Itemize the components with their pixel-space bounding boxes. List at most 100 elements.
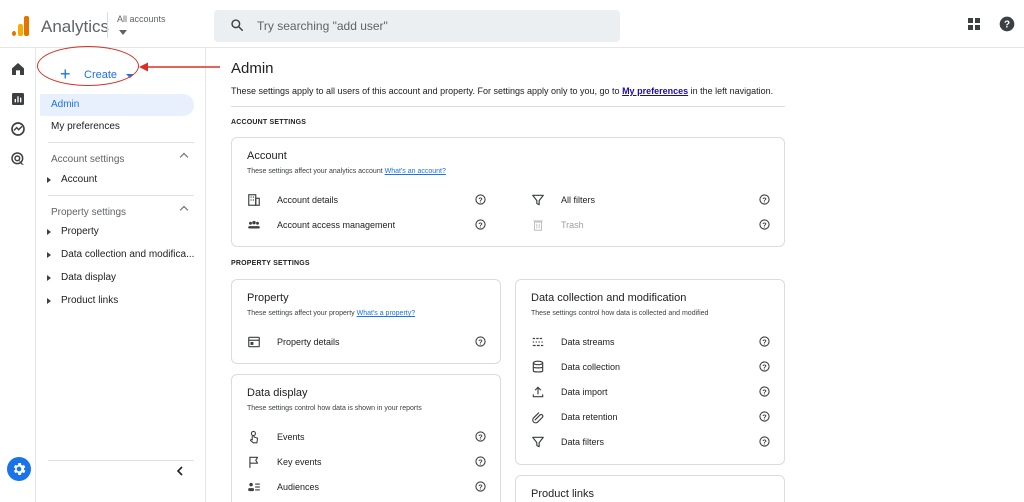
whats-an-account-link[interactable]: What's an account?	[385, 168, 446, 175]
whats-a-property-link[interactable]: What's a property?	[357, 310, 416, 317]
svg-text:?: ?	[1004, 19, 1010, 30]
expand-arrow-icon	[47, 252, 51, 258]
audience-list-icon	[248, 482, 260, 492]
search-bar[interactable]	[214, 10, 620, 42]
account-details-row[interactable]: Account details ?	[247, 192, 487, 210]
sidebar-divider	[48, 460, 194, 461]
sidebar-item-my-preferences[interactable]: My preferences	[40, 116, 194, 138]
data-filters-row[interactable]: Data filters ?	[531, 434, 771, 452]
admin-settings-button[interactable]	[7, 457, 31, 481]
card-title: Property	[247, 292, 289, 304]
admin-sidebar: + Create Admin My preferences Account se…	[36, 48, 206, 502]
help-circle-icon[interactable]: ?	[759, 219, 770, 230]
events-row[interactable]: Events ?	[247, 429, 487, 447]
svg-text:?: ?	[762, 387, 767, 396]
card-title: Data display	[247, 387, 308, 399]
expand-arrow-icon	[47, 177, 51, 183]
help-circle-icon[interactable]: ?	[475, 336, 486, 347]
account-access-row[interactable]: Account access management ?	[247, 217, 487, 235]
my-preferences-link[interactable]: My preferences	[622, 86, 688, 96]
help-icon[interactable]: ?	[999, 16, 1015, 32]
help-circle-icon[interactable]: ?	[475, 431, 486, 442]
help-circle-icon[interactable]: ?	[475, 456, 486, 467]
property-details-row[interactable]: Property details ?	[247, 334, 487, 352]
key-events-row[interactable]: Key events ?	[247, 454, 487, 472]
all-filters-row[interactable]: All filters ?	[531, 192, 771, 210]
account-selector[interactable]: All accounts	[117, 14, 166, 35]
sidebar-item-property[interactable]: Property	[47, 225, 197, 241]
svg-text:?: ?	[478, 220, 483, 229]
help-circle-icon[interactable]: ?	[759, 361, 770, 372]
gear-icon	[13, 463, 26, 475]
sidebar-item-account[interactable]: Account	[47, 173, 197, 189]
svg-text:?: ?	[762, 195, 767, 204]
group-heading: Account settings	[51, 154, 125, 165]
chevron-up-icon	[179, 152, 189, 162]
data-streams-row[interactable]: Data streams ?	[531, 334, 771, 352]
search-input[interactable]	[257, 17, 597, 35]
building-icon	[248, 194, 260, 206]
property-settings-label: PROPERTY SETTINGS	[231, 260, 310, 267]
tree-item-label: Data collection and modifica...	[61, 249, 195, 260]
home-icon[interactable]	[10, 61, 26, 77]
collapse-sidebar-icon[interactable]	[175, 466, 185, 476]
search-icon	[231, 19, 243, 31]
sidebar-item-admin[interactable]: Admin	[40, 94, 194, 116]
help-circle-icon[interactable]: ?	[759, 411, 770, 422]
data-streams-icon	[532, 337, 544, 347]
analytics-logo-icon[interactable]	[12, 16, 30, 36]
svg-text:?: ?	[478, 432, 483, 441]
explore-icon[interactable]	[10, 121, 26, 137]
expand-arrow-icon	[47, 298, 51, 304]
apps-grid-icon[interactable]	[968, 18, 980, 30]
data-display-card: Data display These settings control how …	[231, 374, 501, 502]
property-card: Property These settings affect your prop…	[231, 279, 501, 364]
help-circle-icon[interactable]: ?	[475, 219, 486, 230]
account-selector-label: All accounts	[117, 14, 166, 24]
svg-text:?: ?	[478, 195, 483, 204]
card-title: Product links	[531, 488, 594, 500]
sidebar-item-data-collection[interactable]: Data collection and modifica...	[47, 248, 197, 264]
help-circle-icon[interactable]: ?	[759, 436, 770, 447]
help-circle-icon[interactable]: ?	[475, 194, 486, 205]
help-circle-icon[interactable]: ?	[759, 336, 770, 347]
upload-icon	[532, 386, 544, 398]
page-description: These settings apply to all users of thi…	[231, 86, 773, 96]
card-description: These settings affect your property What…	[247, 310, 415, 317]
row-label: Events	[277, 432, 305, 442]
sidebar-item-product-links[interactable]: Product links	[47, 294, 197, 310]
description-text: in the left navigation.	[688, 86, 774, 96]
row-label: Key events	[277, 457, 322, 467]
account-card: Account These settings affect your analy…	[231, 137, 785, 247]
help-circle-icon[interactable]: ?	[475, 481, 486, 492]
description-text: These settings affect your analytics acc…	[247, 168, 385, 175]
people-icon	[248, 220, 260, 229]
reports-icon[interactable]	[10, 91, 26, 107]
data-import-row[interactable]: Data import ?	[531, 384, 771, 402]
data-collection-card: Data collection and modification These s…	[515, 279, 785, 465]
data-collection-row[interactable]: Data collection ?	[531, 359, 771, 377]
help-circle-icon[interactable]: ?	[759, 194, 770, 205]
advertising-icon[interactable]	[10, 151, 26, 167]
svg-text:?: ?	[762, 412, 767, 421]
page-title: Admin	[231, 60, 274, 77]
account-settings-group[interactable]: Account settings	[51, 151, 191, 167]
property-settings-group[interactable]: Property settings	[51, 204, 191, 220]
annotation-ellipse	[37, 46, 139, 86]
help-circle-icon[interactable]: ?	[759, 386, 770, 397]
tree-item-label: Property	[61, 226, 99, 237]
flag-icon	[249, 456, 259, 468]
row-label: Account access management	[277, 220, 396, 230]
data-retention-row[interactable]: Data retention ?	[531, 409, 771, 427]
tree-item-label: Product links	[61, 295, 119, 306]
svg-text:?: ?	[478, 482, 483, 491]
admin-main: Admin These settings apply to all users …	[206, 48, 1024, 502]
tree-item-label: Data display	[61, 272, 117, 283]
svg-text:?: ?	[762, 337, 767, 346]
row-label: Account details	[277, 195, 339, 205]
sidebar-item-data-display[interactable]: Data display	[47, 271, 197, 287]
property-details-icon	[248, 336, 260, 348]
audiences-row[interactable]: Audiences ?	[247, 479, 487, 497]
account-settings-label: ACCOUNT SETTINGS	[231, 119, 307, 126]
trash-row[interactable]: Trash ?	[531, 217, 771, 235]
